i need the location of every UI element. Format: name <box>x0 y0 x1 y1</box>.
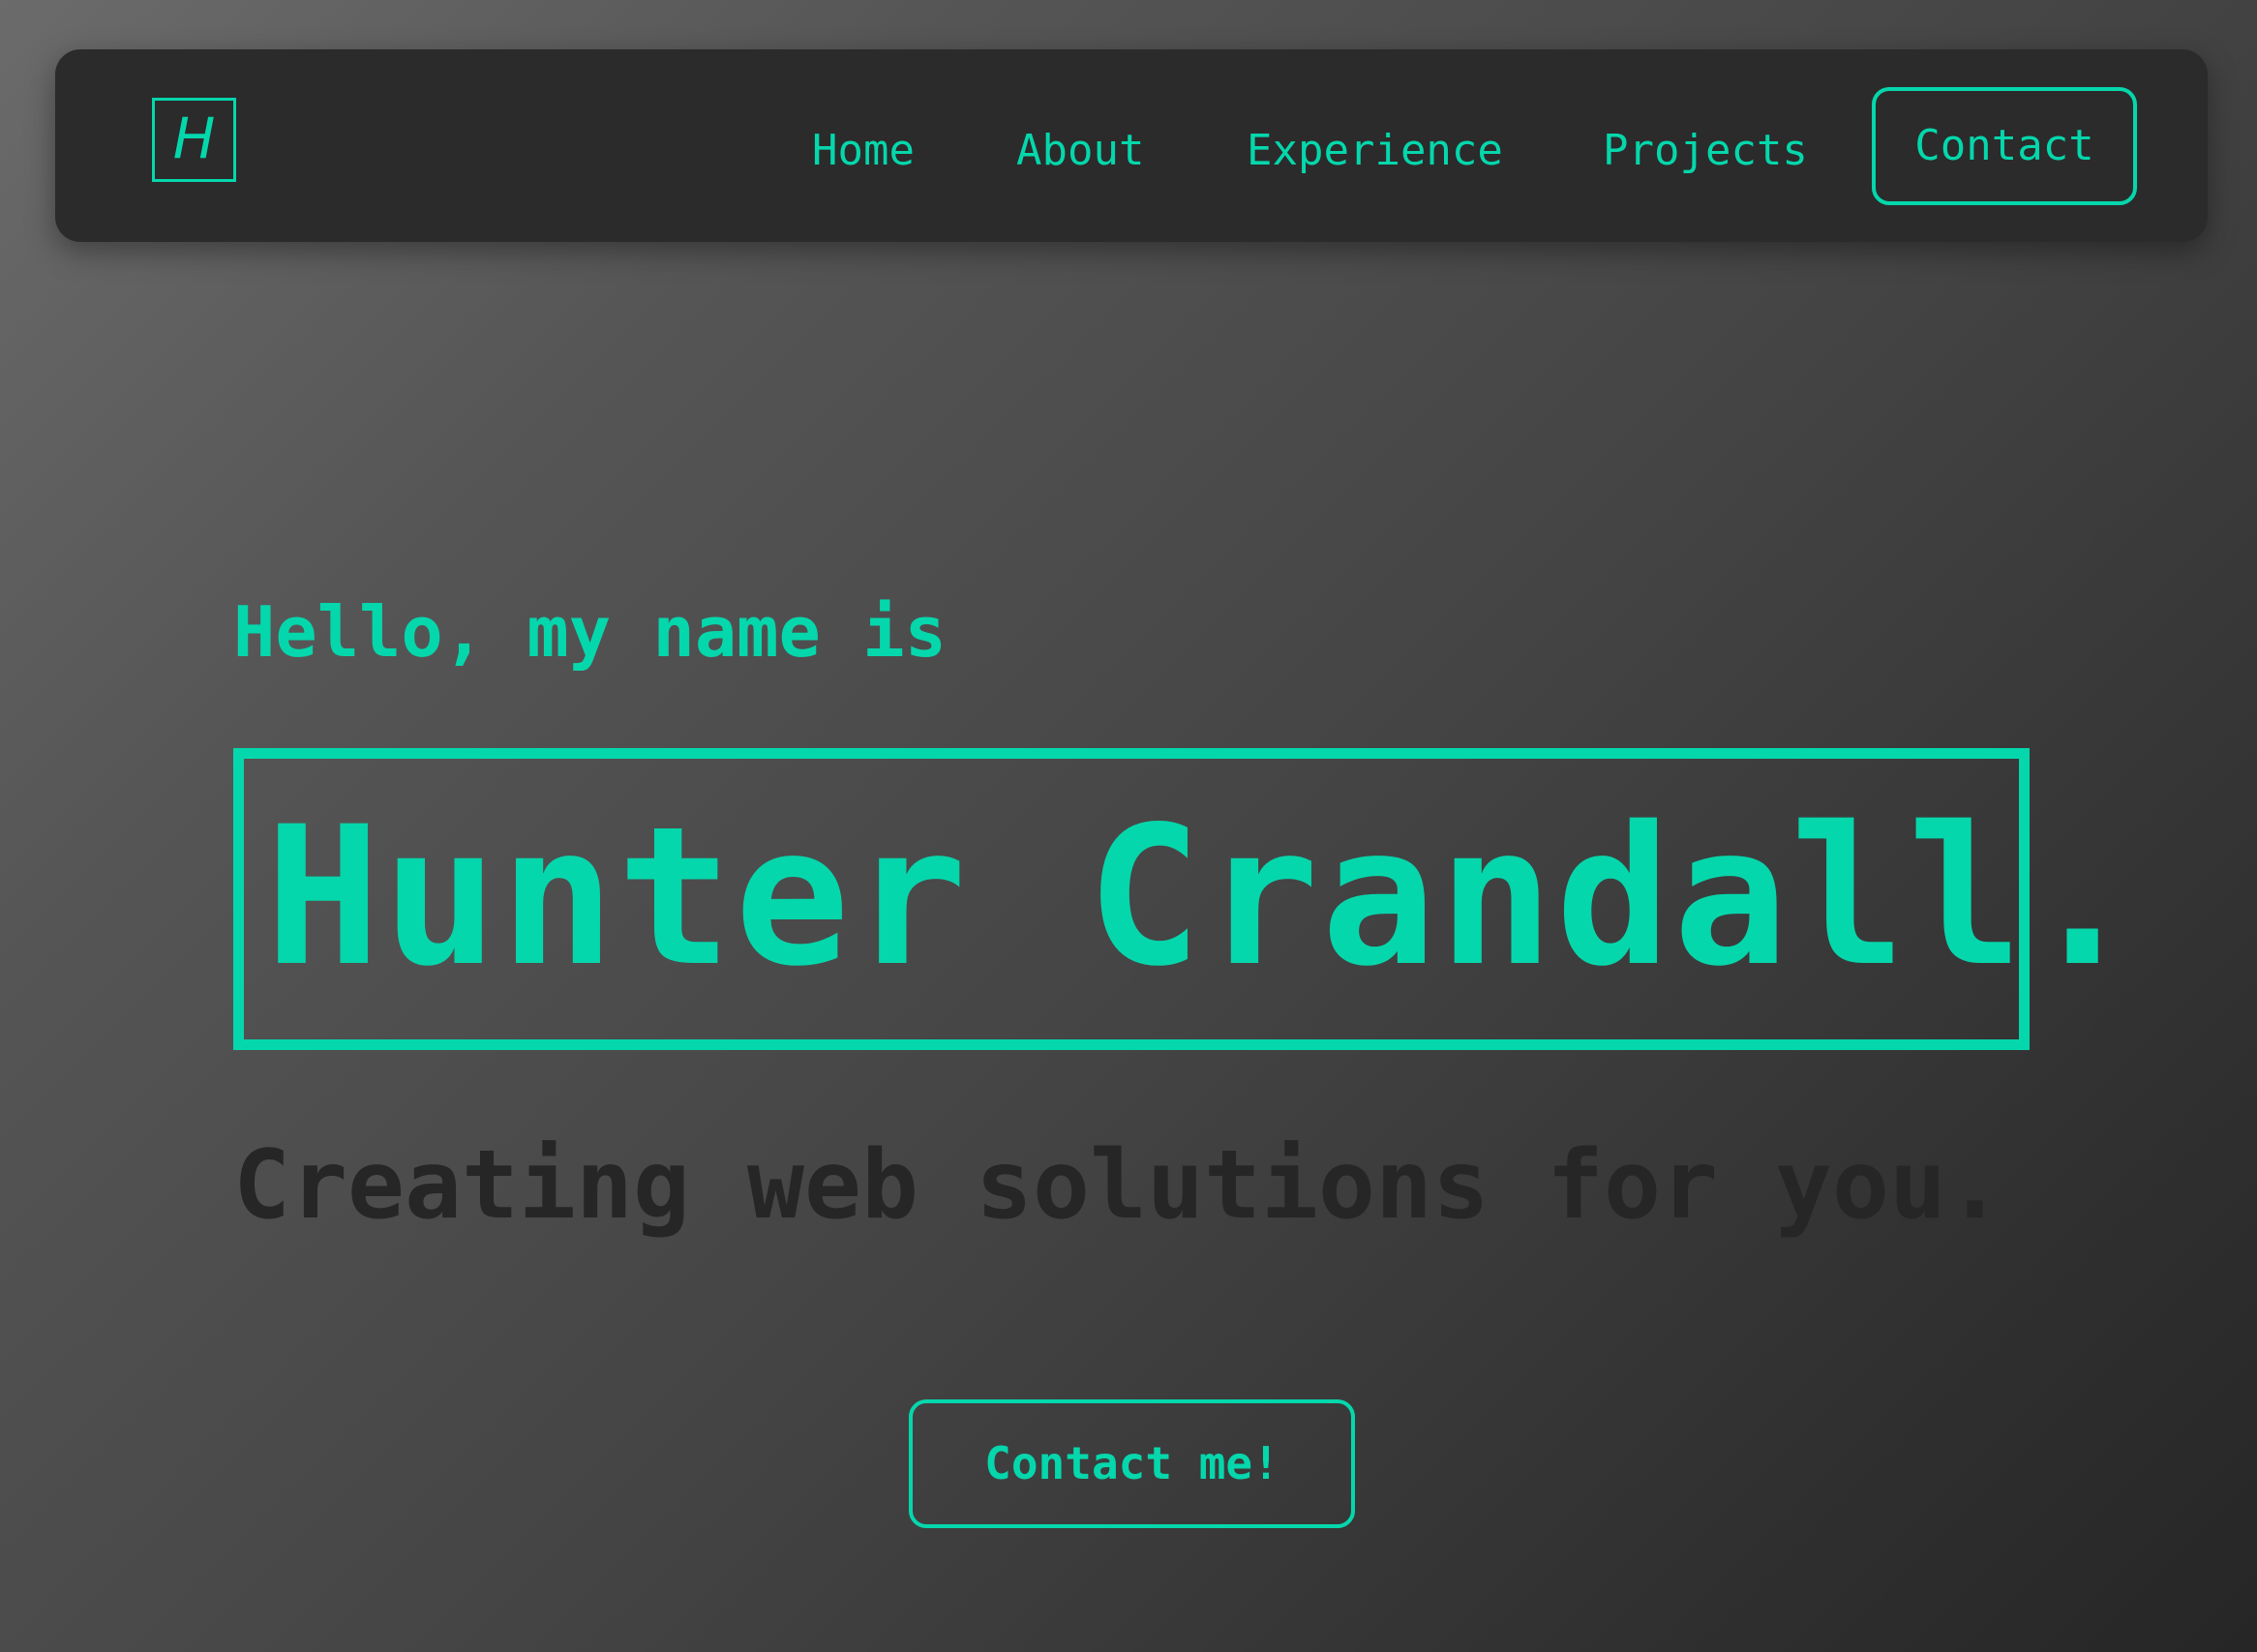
nav-link-home[interactable]: Home <box>812 117 915 185</box>
logo[interactable]: H <box>152 98 236 182</box>
hero-name: Hunter Crandall. <box>265 785 2143 1008</box>
hero-greeting: Hello, my name is <box>233 591 947 673</box>
nav-link-experience[interactable]: Experience <box>1247 117 1503 185</box>
nav-contact-button[interactable]: Contact <box>1872 87 2137 205</box>
contact-me-button[interactable]: Contact me! <box>909 1399 1355 1528</box>
navbar: H Home About Experience Projects Contact <box>55 49 2208 242</box>
hero-tagline: Creating web solutions for you. <box>233 1130 2004 1241</box>
nav-link-about[interactable]: About <box>1016 117 1144 185</box>
hero-name-box: Hunter Crandall. <box>233 748 2140 1050</box>
nav-link-projects[interactable]: Projects <box>1603 117 1808 185</box>
